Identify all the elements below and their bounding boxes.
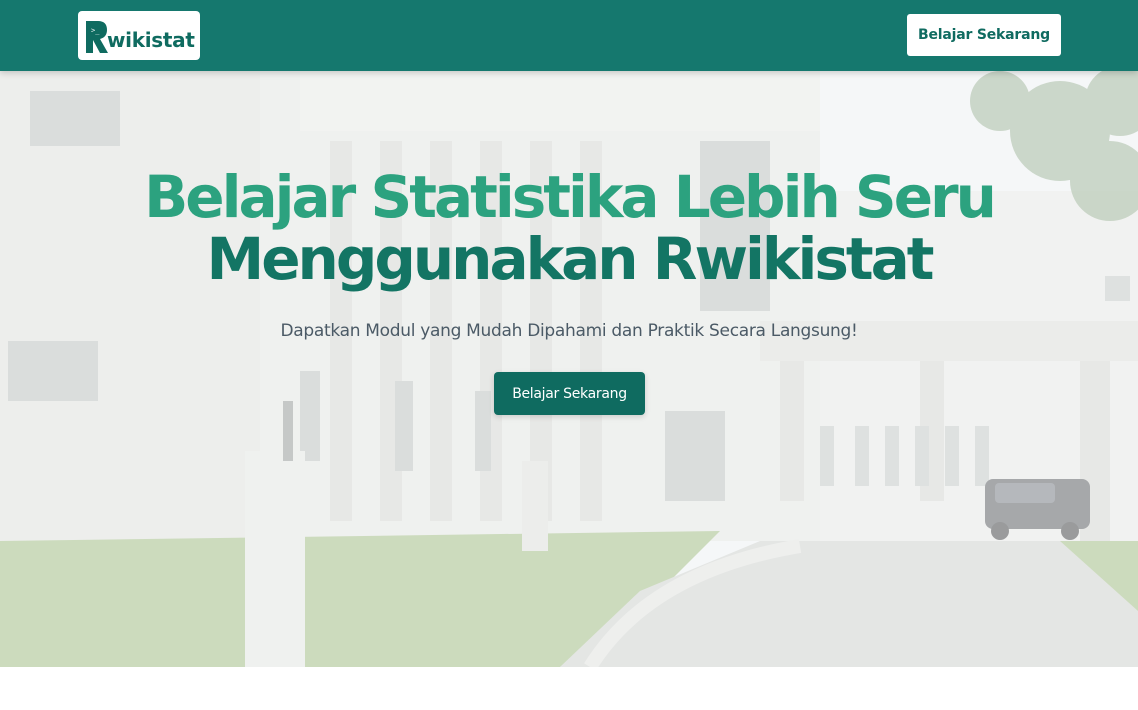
brand-name: wikistat	[107, 27, 195, 52]
hero-subtitle: Dapatkan Modul yang Mudah Dipahami dan P…	[280, 321, 858, 341]
nav-learn-now-button[interactable]: Belajar Sekarang	[907, 14, 1061, 56]
hero-overlay	[0, 71, 1138, 667]
logo-r-icon: >_	[86, 20, 108, 53]
hero-heading-word: Statistika	[370, 163, 659, 231]
hero-heading-word: Menggunakan	[206, 225, 638, 293]
brand-logo[interactable]: >_ wikistat	[78, 11, 200, 60]
hero-heading: Belajar Statistika Lebih Seru Menggunaka…	[0, 166, 1138, 290]
hero-section: Belajar Statistika Lebih Seru Menggunaka…	[0, 71, 1138, 667]
logo-terminal-glyph: >_	[91, 26, 100, 34]
top-navbar: >_ wikistat Belajar Sekarang	[0, 0, 1138, 71]
hero-heading-word: Lebih Seru	[673, 163, 997, 231]
hero-heading-brand: Rwikistat	[652, 225, 935, 293]
hero-heading-word: Belajar	[144, 163, 356, 231]
hero-learn-now-button[interactable]: Belajar Sekarang	[494, 372, 645, 415]
